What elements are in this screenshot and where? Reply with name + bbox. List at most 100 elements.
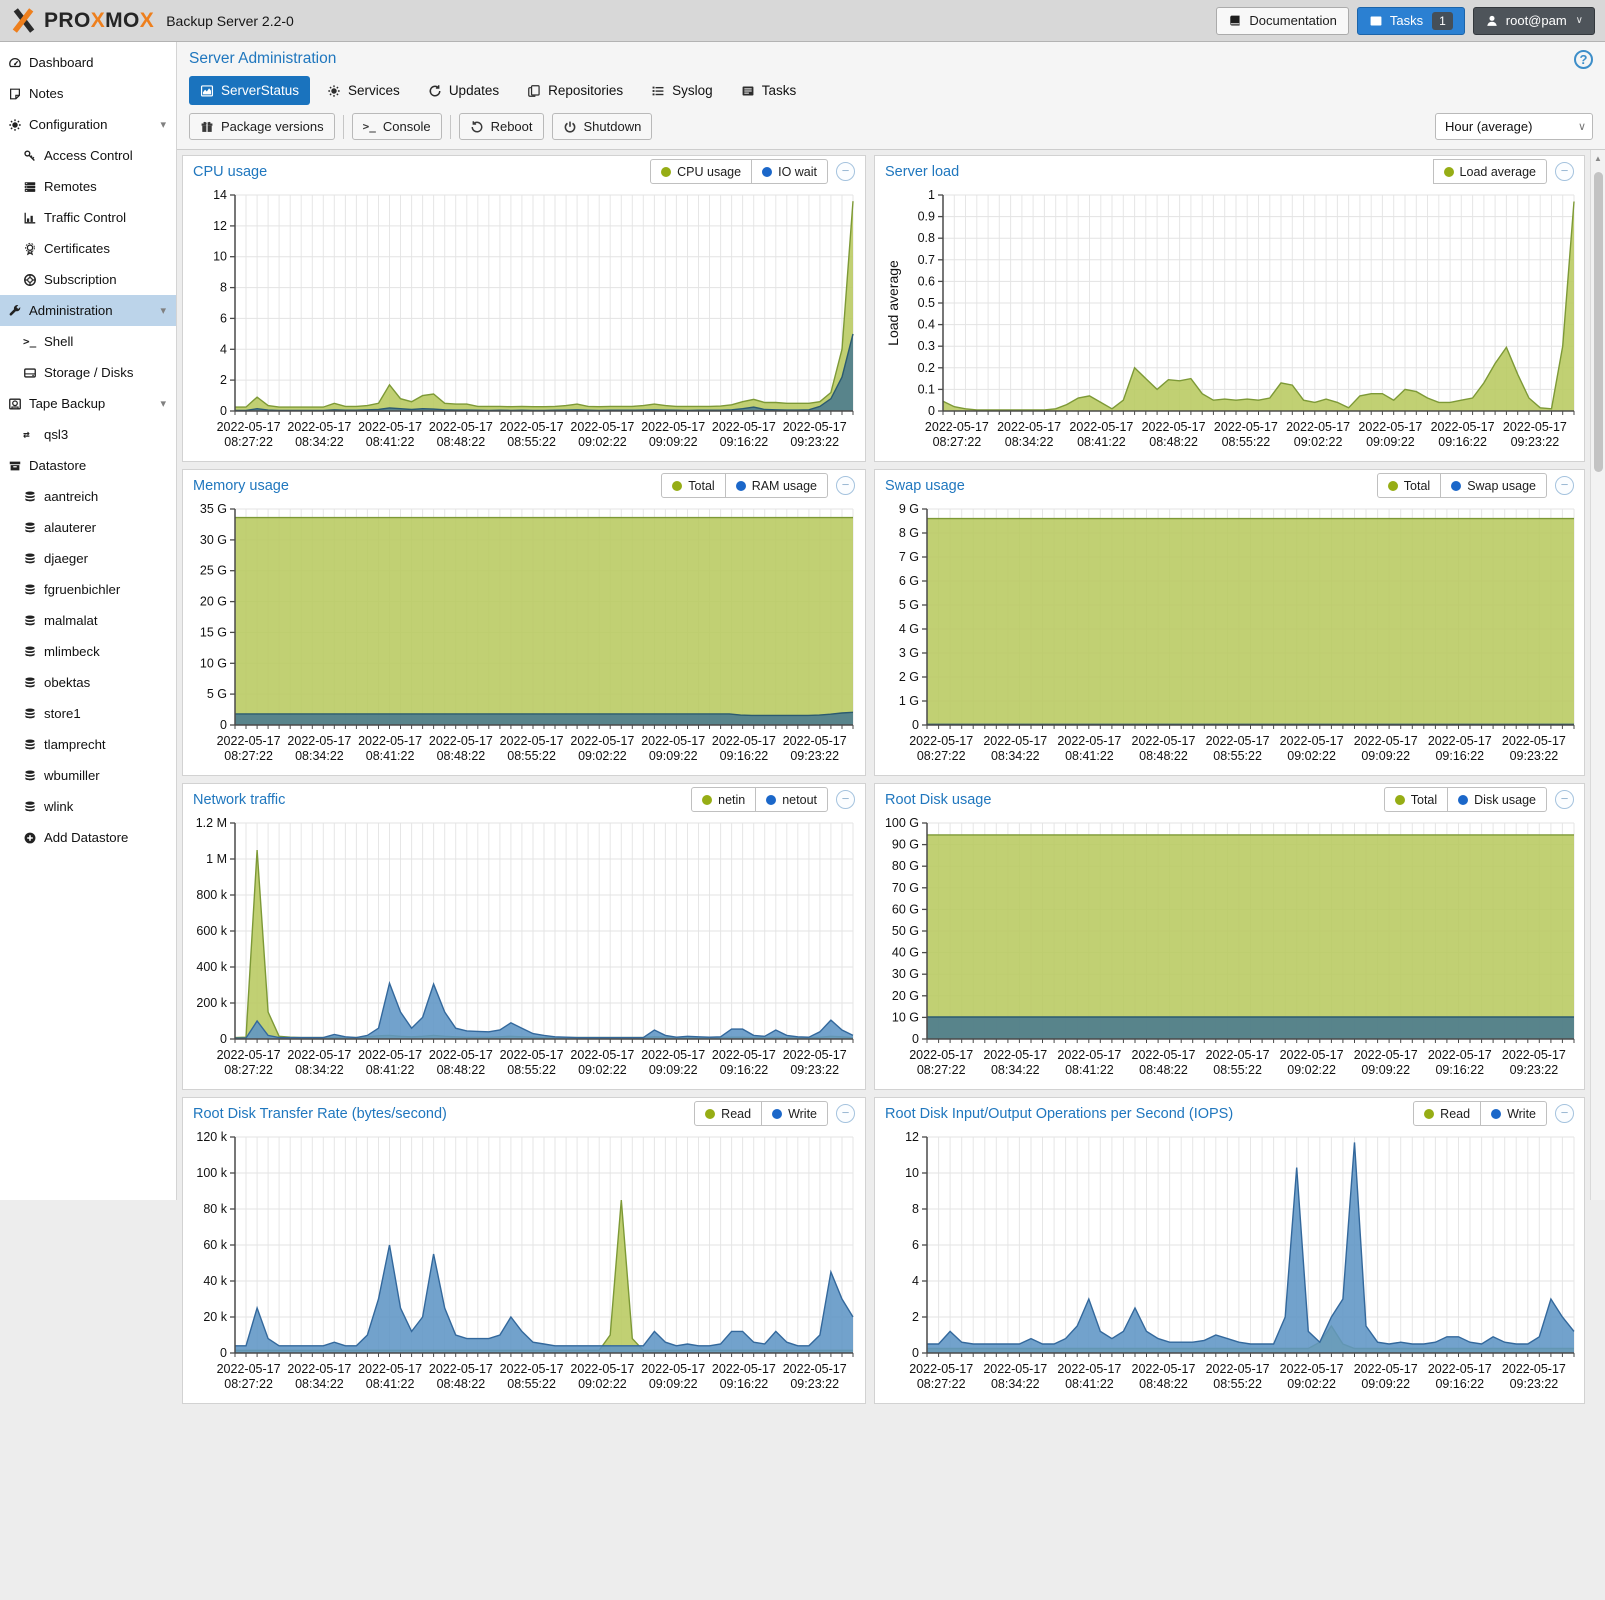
tab-label: Tasks — [762, 83, 797, 98]
svg-text:09:16:22: 09:16:22 — [720, 435, 769, 449]
legend-load-average[interactable]: Load average — [1433, 159, 1547, 184]
svg-text:400 k: 400 k — [196, 960, 227, 974]
legend-write[interactable]: Write — [761, 1101, 828, 1126]
tab-serverstatus[interactable]: ServerStatus — [189, 76, 310, 105]
tab-repositories[interactable]: Repositories — [516, 76, 634, 105]
content-header: Server Administration ? ServerStatusServ… — [177, 42, 1605, 150]
legend-write[interactable]: Write — [1480, 1101, 1547, 1126]
tab-label: Repositories — [548, 83, 623, 98]
help-icon[interactable]: ? — [1574, 50, 1593, 69]
scroll-up-arrow[interactable]: ▲ — [1591, 150, 1605, 163]
sidebar-item-access-control[interactable]: Access Control — [0, 140, 176, 171]
changer-icon: ⇄ — [23, 428, 44, 441]
sidebar-item-store1[interactable]: store1 — [0, 698, 176, 729]
svg-text:2022-05-17: 2022-05-17 — [909, 1048, 973, 1062]
sidebar-item-configuration[interactable]: Configuration▾ — [0, 109, 176, 140]
collapse-icon[interactable]: − — [836, 1104, 855, 1123]
svg-text:25 G: 25 G — [200, 564, 227, 578]
svg-text:08:55:22: 08:55:22 — [1213, 749, 1262, 763]
legend-total[interactable]: Total — [661, 473, 725, 498]
legend-cpu-usage[interactable]: CPU usage — [650, 159, 752, 184]
svg-text:15 G: 15 G — [200, 625, 227, 639]
toolbar-separator — [450, 115, 451, 139]
sidebar-item-djaeger[interactable]: djaeger — [0, 543, 176, 574]
svg-text:08:27:22: 08:27:22 — [224, 1063, 273, 1077]
collapse-icon[interactable]: − — [1555, 162, 1574, 181]
package-versions-button[interactable]: Package versions — [189, 113, 335, 140]
legend-total[interactable]: Total — [1384, 787, 1448, 812]
sidebar-item-traffic-control[interactable]: Traffic Control — [0, 202, 176, 233]
legend-netout[interactable]: netout — [755, 787, 828, 812]
svg-text:09:23:22: 09:23:22 — [790, 1063, 839, 1077]
svg-text:2022-05-17: 2022-05-17 — [1502, 734, 1566, 748]
time-range-select[interactable]: Hour (average)∨ — [1435, 113, 1593, 140]
collapse-icon[interactable]: − — [836, 162, 855, 181]
sidebar-item-mlimbeck[interactable]: mlimbeck — [0, 636, 176, 667]
shutdown-button[interactable]: Shutdown — [552, 113, 653, 140]
sidebar-item-certificates[interactable]: Certificates — [0, 233, 176, 264]
sidebar-item-qsl3[interactable]: ⇄qsl3 — [0, 419, 176, 450]
sidebar-item-add-datastore[interactable]: Add Datastore — [0, 822, 176, 853]
sidebar-item-wbumiller[interactable]: wbumiller — [0, 760, 176, 791]
tab-tasks[interactable]: Tasks — [730, 76, 808, 105]
sidebar-item-obektas[interactable]: obektas — [0, 667, 176, 698]
sidebar-item-storage-disks[interactable]: Storage / Disks — [0, 357, 176, 388]
chart-title: Root Disk usage — [881, 790, 995, 810]
refresh-icon — [428, 84, 442, 98]
sidebar-item-tape-backup[interactable]: Tape Backup▾ — [0, 388, 176, 419]
svg-text:08:34:22: 08:34:22 — [295, 1377, 344, 1391]
collapse-icon[interactable]: − — [1555, 790, 1574, 809]
sidebar-item-malmalat[interactable]: malmalat — [0, 605, 176, 636]
sidebar-item-remotes[interactable]: Remotes — [0, 171, 176, 202]
svg-text:2022-05-17: 2022-05-17 — [909, 734, 973, 748]
legend-dot — [672, 481, 682, 491]
legend-netin[interactable]: netin — [691, 787, 756, 812]
database-icon — [23, 521, 44, 535]
vertical-scrollbar[interactable]: ▲ — [1590, 150, 1605, 1200]
sidebar-item-administration[interactable]: Administration▾ — [0, 295, 176, 326]
user-menu-button[interactable]: root@pam ∨ — [1473, 7, 1595, 35]
sidebar-item-tlamprecht[interactable]: tlamprecht — [0, 729, 176, 760]
collapse-icon[interactable]: − — [836, 790, 855, 809]
collapse-icon[interactable]: − — [836, 476, 855, 495]
svg-text:1.2 M: 1.2 M — [196, 816, 227, 830]
svg-text:2022-05-17: 2022-05-17 — [1132, 734, 1196, 748]
sidebar-item-datastore[interactable]: Datastore — [0, 450, 176, 481]
svg-text:0: 0 — [220, 1032, 227, 1046]
svg-text:30 G: 30 G — [892, 967, 919, 981]
sidebar-item-label: Notes — [29, 86, 63, 101]
sidebar-item-wlink[interactable]: wlink — [0, 791, 176, 822]
sidebar-item-shell[interactable]: >_Shell — [0, 326, 176, 357]
svg-text:09:02:22: 09:02:22 — [578, 435, 627, 449]
svg-text:08:48:22: 08:48:22 — [1139, 1377, 1188, 1391]
sidebar-item-aantreich[interactable]: aantreich — [0, 481, 176, 512]
legend-ram-usage[interactable]: RAM usage — [725, 473, 828, 498]
svg-text:10: 10 — [905, 1166, 919, 1180]
scrollbar-thumb[interactable] — [1594, 172, 1603, 472]
sidebar-item-label: Remotes — [44, 179, 97, 194]
svg-text:2022-05-17: 2022-05-17 — [1431, 420, 1495, 434]
tab-services[interactable]: Services — [316, 76, 411, 105]
tasks-button[interactable]: Tasks 1 — [1357, 7, 1465, 35]
legend-read[interactable]: Read — [694, 1101, 762, 1126]
tab-syslog[interactable]: Syslog — [640, 76, 724, 105]
legend-disk-usage[interactable]: Disk usage — [1447, 787, 1547, 812]
legend-io-wait[interactable]: IO wait — [751, 159, 828, 184]
sidebar-item-label: Traffic Control — [44, 210, 126, 225]
legend-swap-usage[interactable]: Swap usage — [1440, 473, 1547, 498]
legend-total[interactable]: Total — [1377, 473, 1441, 498]
tab-updates[interactable]: Updates — [417, 76, 510, 105]
sidebar-item-alauterer[interactable]: alauterer — [0, 512, 176, 543]
sidebar-item-subscription[interactable]: Subscription — [0, 264, 176, 295]
sidebar-item-fgruenbichler[interactable]: fgruenbichler — [0, 574, 176, 605]
reboot-button[interactable]: Reboot — [459, 113, 544, 140]
documentation-button[interactable]: Documentation — [1216, 7, 1348, 35]
console-button[interactable]: >_Console — [352, 113, 442, 140]
sidebar-item-dashboard[interactable]: Dashboard — [0, 47, 176, 78]
legend-read[interactable]: Read — [1413, 1101, 1481, 1126]
chart-title: Swap usage — [881, 476, 969, 496]
sidebar-item-notes[interactable]: Notes — [0, 78, 176, 109]
svg-text:08:48:22: 08:48:22 — [1139, 1063, 1188, 1077]
collapse-icon[interactable]: − — [1555, 476, 1574, 495]
collapse-icon[interactable]: − — [1555, 1104, 1574, 1123]
